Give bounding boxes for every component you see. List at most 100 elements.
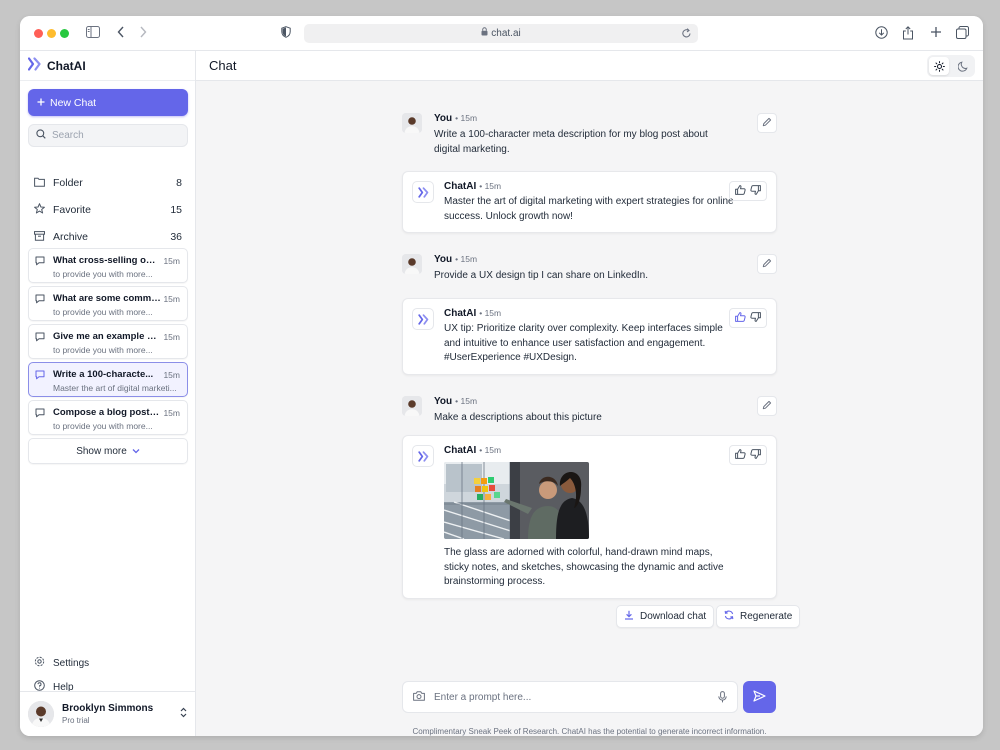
- favorite-count: 15: [170, 204, 182, 216]
- forward-icon[interactable]: [139, 26, 147, 38]
- chat-bubble-icon: [35, 370, 45, 383]
- user-message: You • 15m Write a 100-character meta desc…: [402, 113, 777, 158]
- user-avatar: [402, 396, 422, 416]
- settings-label: Settings: [53, 657, 90, 669]
- send-button[interactable]: [743, 681, 776, 713]
- thumbs-up-icon[interactable]: [735, 311, 746, 325]
- send-icon: [753, 689, 766, 705]
- chat-preview: to provide you with more...: [53, 421, 153, 431]
- maximize-window-button[interactable]: [60, 29, 69, 38]
- chat-history-item[interactable]: Give me an example of... 15m to provide …: [28, 324, 188, 359]
- chat-title: Compose a blog post of...: [53, 407, 161, 418]
- folder-count: 8: [176, 177, 182, 189]
- message-time: 15m: [460, 396, 478, 406]
- chat-title: Write a 100-characte...: [53, 369, 154, 380]
- microphone-icon[interactable]: [718, 691, 727, 706]
- chat-preview: to provide you with more...: [53, 307, 153, 317]
- message-time: 15m: [460, 254, 478, 264]
- edit-button[interactable]: [757, 396, 777, 416]
- back-icon[interactable]: [117, 26, 125, 38]
- chat-preview: to provide you with more...: [53, 269, 153, 279]
- gear-icon: [34, 656, 45, 670]
- reload-icon[interactable]: [681, 27, 692, 46]
- chevron-updown-icon[interactable]: [180, 707, 187, 721]
- user-avatar: [402, 254, 422, 274]
- tabs-overview-icon[interactable]: [956, 26, 969, 39]
- search-placeholder: Search: [52, 130, 84, 141]
- camera-icon[interactable]: [413, 690, 425, 704]
- chatai-avatar-icon: [412, 308, 434, 330]
- new-chat-button[interactable]: New Chat: [28, 89, 188, 116]
- thumbs-down-icon[interactable]: [750, 184, 761, 198]
- edit-button[interactable]: [757, 254, 777, 274]
- moon-icon[interactable]: [953, 57, 973, 75]
- chat-title: What cross-selling oppo...: [53, 255, 161, 266]
- pencil-icon: [762, 258, 772, 271]
- user-name: Brooklyn Simmons: [62, 703, 154, 714]
- message-author: ChatAI: [444, 181, 477, 192]
- settings-link[interactable]: Settings: [28, 654, 188, 672]
- theme-toggle[interactable]: [927, 55, 975, 77]
- address-bar[interactable]: chat.ai: [304, 24, 698, 43]
- search-input[interactable]: Search: [28, 124, 188, 147]
- pencil-icon: [762, 400, 772, 413]
- chevron-down-icon: [132, 446, 140, 457]
- message-text: Make a descriptions about this picture: [434, 412, 602, 423]
- thumbs-up-icon[interactable]: [735, 448, 746, 462]
- message-text: Provide a UX design tip I can share on L…: [434, 270, 649, 281]
- brainstorming-photo[interactable]: [444, 462, 589, 539]
- shield-icon[interactable]: [281, 26, 291, 38]
- downloads-icon[interactable]: [875, 26, 888, 39]
- new-tab-icon[interactable]: [930, 26, 942, 38]
- download-chat-label: Download chat: [640, 611, 707, 622]
- thumbs-down-icon[interactable]: [750, 448, 761, 462]
- feedback-buttons: [729, 181, 767, 201]
- download-chat-button[interactable]: Download chat: [616, 605, 715, 628]
- sidebar-item-folder[interactable]: Folder 8: [28, 173, 188, 193]
- chat-history-item[interactable]: What are some common... 15m to provide y…: [28, 286, 188, 321]
- lock-icon: [481, 24, 488, 43]
- chat-history-item[interactable]: Compose a blog post of... 15m to provide…: [28, 400, 188, 435]
- show-more-label: Show more: [76, 445, 127, 457]
- bot-message: ChatAI • 15m Master the art of digital ma…: [402, 171, 777, 233]
- sidebar-item-favorite[interactable]: Favorite 15: [28, 200, 188, 220]
- chat-header: Chat: [196, 51, 983, 81]
- show-more-button[interactable]: Show more: [28, 438, 188, 464]
- archive-icon: [34, 230, 45, 244]
- chat-time: 15m: [163, 332, 180, 342]
- disclaimer-text: Complimentary Sneak Peek of Research. Ch…: [412, 727, 767, 736]
- chat-history-item[interactable]: What cross-selling oppo... 15m to provid…: [28, 248, 188, 283]
- brand[interactable]: ChatAI: [20, 51, 195, 81]
- edit-button[interactable]: [757, 113, 777, 133]
- sun-icon[interactable]: [929, 57, 949, 75]
- chatai-avatar-icon: [412, 181, 434, 203]
- page-title: Chat: [209, 58, 237, 73]
- feedback-buttons: [729, 445, 767, 465]
- chat-history-item-active[interactable]: Write a 100-characte... 15m Master the a…: [28, 362, 188, 397]
- prompt-input[interactable]: Enter a prompt here...: [402, 681, 738, 713]
- message-text: Write a 100-character meta description f…: [434, 129, 708, 155]
- message-author: ChatAI: [444, 445, 477, 456]
- user-menu[interactable]: Brooklyn Simmons Pro trial: [20, 691, 196, 736]
- regenerate-button[interactable]: Regenerate: [716, 605, 801, 628]
- message-text: Master the art of digital marketing with…: [444, 196, 734, 222]
- share-icon[interactable]: [902, 26, 914, 40]
- user-plan: Pro trial: [62, 716, 90, 725]
- chat-bubble-icon: [35, 408, 45, 421]
- chat-bubble-icon: [35, 256, 45, 269]
- minimize-window-button[interactable]: [47, 29, 56, 38]
- avatar: [28, 701, 54, 727]
- user-message: You • 15m Make a descriptions about this …: [402, 396, 777, 426]
- search-icon: [36, 129, 46, 142]
- thumbs-down-icon[interactable]: [750, 311, 761, 325]
- bot-message: ChatAI • 15m UX tip: Prioritize clarity o…: [402, 298, 777, 375]
- sidebar-item-archive[interactable]: Archive 36: [28, 227, 188, 247]
- sidebar-toggle-icon[interactable]: [86, 26, 100, 38]
- chat-main: Chat You • 15m Write a 100-character meta…: [196, 51, 983, 736]
- close-window-button[interactable]: [34, 29, 43, 38]
- chat-bubble-icon: [35, 294, 45, 307]
- browser-toolbar: chat.ai: [20, 16, 983, 51]
- thumbs-up-icon[interactable]: [735, 184, 746, 198]
- message-author: You: [434, 113, 453, 124]
- prompt-placeholder: Enter a prompt here...: [434, 691, 532, 703]
